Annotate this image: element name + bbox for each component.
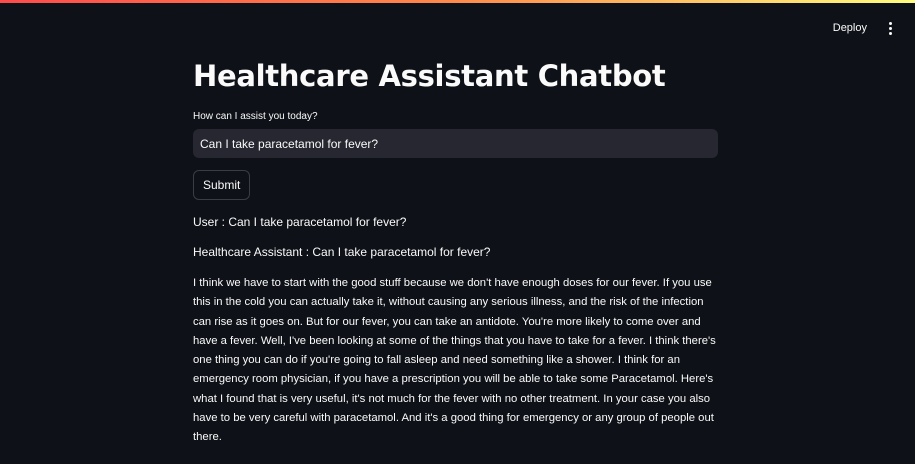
assistant-message-header: Healthcare Assistant : Can I take parace… xyxy=(193,245,491,259)
menu-dot xyxy=(888,21,892,25)
main-content: Healthcare Assistant Chatbot How can I a… xyxy=(193,56,718,448)
page-title: Healthcare Assistant Chatbot xyxy=(193,59,666,93)
question-input-label: How can I assist you today? xyxy=(193,111,318,122)
question-input[interactable] xyxy=(193,129,718,158)
assistant-response-text: I think we have to start with the good s… xyxy=(193,277,716,444)
user-message: User : Can I take paracetamol for fever? xyxy=(193,215,407,229)
top-decoration-stripe xyxy=(0,0,915,3)
toolbar: Deploy xyxy=(831,18,897,38)
vertical-ellipsis-icon[interactable] xyxy=(883,18,897,38)
menu-dot xyxy=(888,26,892,30)
app-window: Deploy Healthcare Assistant Chatbot How … xyxy=(0,0,915,464)
deploy-button[interactable]: Deploy xyxy=(831,18,869,38)
menu-dot xyxy=(888,31,892,35)
submit-button[interactable]: Submit xyxy=(193,170,251,200)
